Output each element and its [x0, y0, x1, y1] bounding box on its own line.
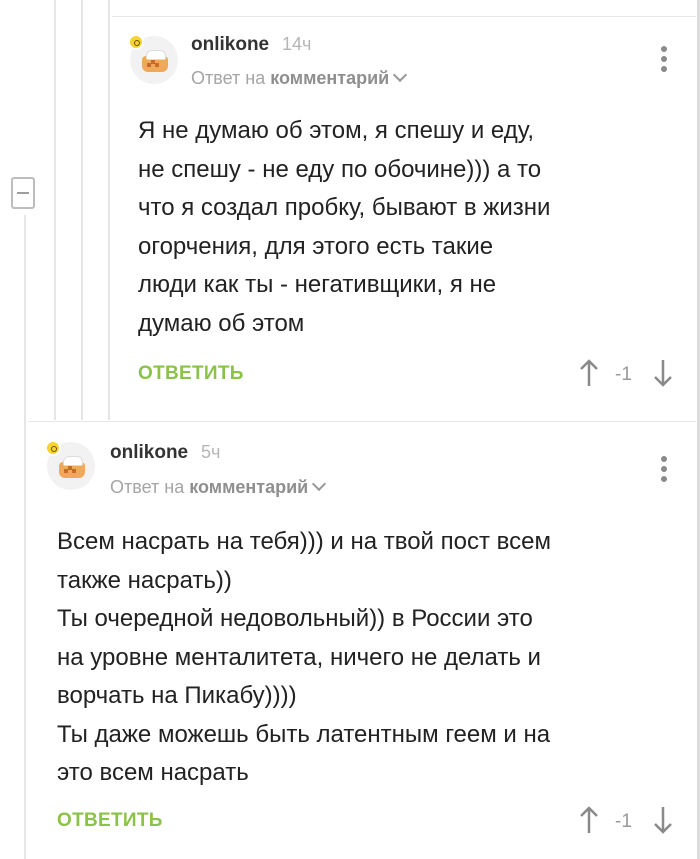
reply-button[interactable]: ОТВЕТИТЬ	[138, 363, 244, 385]
username[interactable]: onlikone	[191, 34, 269, 56]
timestamp: 14ч	[282, 34, 312, 54]
comment-text: Всем насрать на тебя))) и на твой пост в…	[57, 528, 551, 786]
comment-text: Я не думаю об этом, я спешу и еду, не сп…	[138, 117, 551, 337]
reply-to-target: комментарий	[189, 477, 309, 497]
avatar[interactable]	[45, 440, 95, 490]
upvote-icon[interactable]	[578, 806, 600, 834]
downvote-icon[interactable]	[652, 359, 674, 387]
reply-to-link[interactable]: Ответ на комментарий	[191, 67, 408, 89]
reply-to-prefix: Ответ на	[110, 477, 185, 497]
timestamp: 5ч	[201, 442, 221, 462]
comment: onlikone 5ч Ответ на комментарий Всем на…	[0, 422, 700, 859]
chevron-down-icon	[393, 67, 408, 83]
more-options-icon[interactable]	[661, 456, 667, 486]
username[interactable]: onlikone	[110, 442, 188, 464]
reply-button[interactable]: ОТВЕТИТЬ	[57, 810, 163, 832]
pie-icon	[59, 456, 85, 478]
rating: -1	[615, 364, 632, 385]
rating: -1	[615, 811, 632, 832]
reply-to-link[interactable]: Ответ на комментарий	[110, 476, 327, 498]
comment: onlikone 14ч Ответ на комментарий Я не д…	[0, 0, 700, 420]
award-badge-icon	[128, 34, 144, 50]
avatar[interactable]	[128, 34, 178, 84]
reply-to-target: комментарий	[270, 68, 390, 88]
award-badge-icon	[45, 440, 61, 456]
downvote-icon[interactable]	[652, 806, 674, 834]
chevron-down-icon	[312, 476, 327, 492]
pie-icon	[142, 50, 168, 72]
reply-to-prefix: Ответ на	[191, 68, 266, 88]
upvote-icon[interactable]	[578, 359, 600, 387]
more-options-icon[interactable]	[661, 46, 667, 76]
